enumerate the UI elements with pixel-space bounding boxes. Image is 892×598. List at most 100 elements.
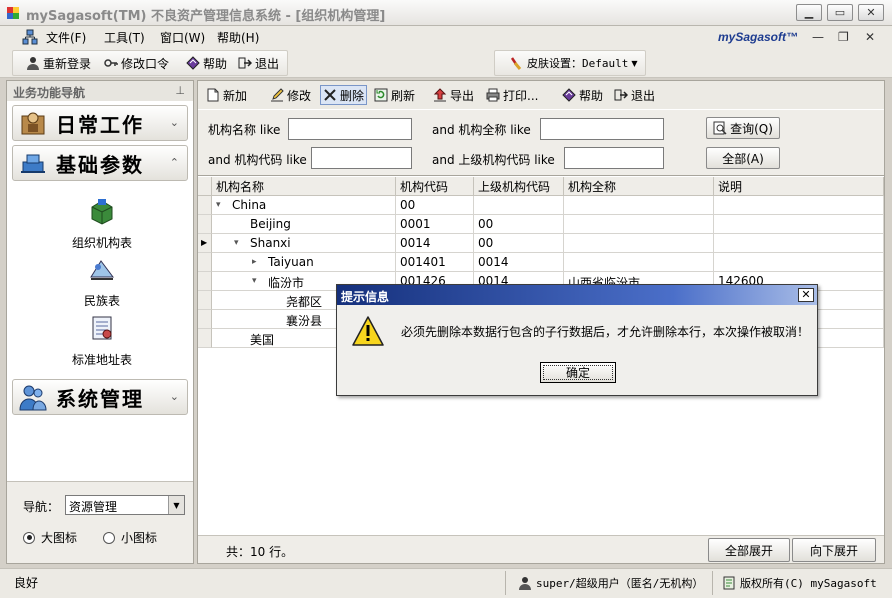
nav-select[interactable]: 资源管理 ▼ — [65, 495, 185, 515]
row-selector[interactable] — [198, 196, 212, 215]
nav-item-address-label: 标准地址表 — [71, 353, 132, 367]
cell-note[interactable] — [714, 196, 884, 215]
org-code-input[interactable] — [311, 147, 412, 169]
skin-dropdown[interactable]: 皮肤设置：Default ▼ — [510, 53, 638, 73]
row-selector[interactable] — [198, 215, 212, 234]
exit-button[interactable]: 退出 — [614, 85, 655, 105]
menu-file[interactable]: 文件(F) — [46, 29, 86, 46]
radio-large-icons[interactable]: 大图标 — [23, 529, 77, 546]
cell-parent[interactable]: 0014 — [474, 253, 564, 272]
cell-fullname[interactable] — [564, 253, 714, 272]
help-button[interactable]: 帮助 — [562, 85, 603, 105]
col-header-name[interactable]: 机构名称 — [212, 177, 396, 196]
exit-button[interactable]: 退出 — [238, 53, 279, 73]
nav-category-system[interactable]: 系统管理 ⌄ — [12, 379, 188, 415]
row-selector[interactable]: ▶ — [198, 234, 212, 253]
all-label: 全部(A) — [722, 151, 764, 166]
help-label: 帮助 — [579, 88, 604, 103]
parent-code-input[interactable] — [564, 147, 664, 169]
grid-footer: 共：10 行。 全部展开 向下展开 — [198, 535, 884, 563]
nav-category-basic[interactable]: 基础参数 ⌃ — [12, 145, 188, 181]
nav-item-organization[interactable]: 组织机构表 — [47, 197, 157, 251]
mdi-close-icon[interactable]: ✕ — [865, 30, 875, 44]
tree-collapse-icon[interactable]: ▾ — [216, 200, 221, 210]
help-button[interactable]: 帮助 — [186, 53, 227, 73]
menu-window[interactable]: 窗口(W) — [160, 29, 205, 46]
row-selector[interactable] — [198, 272, 212, 291]
new-button[interactable]: 新加 — [206, 85, 247, 105]
cell-name-text: China — [232, 198, 267, 212]
cell-parent[interactable] — [474, 196, 564, 215]
nav-item-ethnic[interactable]: 民族表 — [47, 255, 157, 309]
cell-code[interactable]: 001401 — [396, 253, 474, 272]
cell-code[interactable]: 00 — [396, 196, 474, 215]
chevron-down-icon[interactable]: ▼ — [168, 496, 184, 514]
org-code-label: and 机构代码 like — [208, 153, 307, 167]
row-selector[interactable] — [198, 329, 212, 348]
status-copyright: 版权所有(C) mySagasoft — [722, 575, 877, 591]
cell-name[interactable]: ▾ Shanxi — [212, 234, 396, 253]
tree-collapse-icon[interactable]: ▾ — [252, 276, 257, 286]
dialog-close-icon[interactable]: ✕ — [798, 288, 814, 302]
query-button[interactable]: 查询(Q) — [706, 117, 780, 139]
expand-all-button[interactable]: 全部展开 — [708, 538, 790, 562]
mdi-minimize-icon[interactable]: — — [812, 30, 824, 44]
status-divider — [505, 571, 506, 595]
all-button[interactable]: 全部(A) — [706, 147, 780, 169]
menu-tools[interactable]: 工具(T) — [104, 29, 145, 46]
cell-fullname[interactable] — [564, 196, 714, 215]
export-button[interactable]: 导出 — [433, 85, 474, 105]
print-button[interactable]: 打印... — [486, 85, 538, 105]
radio-checked-icon — [23, 531, 35, 544]
cell-note[interactable] — [714, 253, 884, 272]
minimize-button[interactable]: ▁ — [796, 4, 822, 21]
refresh-button[interactable]: 刷新 — [374, 85, 415, 105]
cell-name[interactable]: Beijing — [212, 215, 396, 234]
tree-expand-icon[interactable]: ▸ — [252, 257, 257, 267]
change-password-button[interactable]: 修改口令 — [104, 53, 169, 73]
dialog-ok-button[interactable]: 确定 — [540, 362, 616, 383]
status-bar: 良好 super/超级用户（匿名/无机构） 版权所有(C) mySagasoft — [0, 568, 892, 598]
ethnic-table-icon — [90, 260, 114, 280]
cell-code[interactable]: 0001 — [396, 215, 474, 234]
col-header-fullname[interactable]: 机构全称 — [564, 177, 714, 196]
delete-button[interactable]: 删除 — [320, 85, 368, 105]
window-title: mySagasoft(TM) 不良资产管理信息系统 - [组织机构管理] — [26, 9, 386, 24]
row-selector[interactable] — [198, 310, 212, 329]
org-name-input[interactable] — [288, 118, 412, 140]
row-selector[interactable] — [198, 253, 212, 272]
org-name-label: 机构名称 like — [208, 123, 281, 137]
cell-parent[interactable]: 00 — [474, 234, 564, 253]
cell-fullname[interactable] — [564, 215, 714, 234]
menu-help[interactable]: 帮助(H) — [217, 29, 259, 46]
col-header-parent[interactable]: 上级机构代码 — [474, 177, 564, 196]
refresh-icon — [374, 88, 388, 102]
expand-down-button[interactable]: 向下展开 — [792, 538, 876, 562]
radio-small-icons[interactable]: 小图标 — [103, 529, 157, 546]
radio-small-label: 小图标 — [121, 531, 158, 545]
cell-name[interactable]: ▾ China — [212, 196, 396, 215]
tree-collapse-icon[interactable]: ▾ — [234, 238, 239, 248]
relogin-button[interactable]: 重新登录 — [26, 53, 91, 73]
grid-corner — [198, 177, 212, 196]
row-selector[interactable] — [198, 291, 212, 310]
org-fullname-input[interactable] — [540, 118, 664, 140]
col-header-note[interactable]: 说明 — [714, 177, 884, 196]
nav-item-address[interactable]: 标准地址表 — [47, 314, 157, 368]
cell-note[interactable] — [714, 234, 884, 253]
nav-category-daily[interactable]: 日常工作 ⌄ — [12, 105, 188, 141]
cell-note[interactable] — [714, 215, 884, 234]
col-header-code[interactable]: 机构代码 — [396, 177, 474, 196]
daily-work-icon — [21, 112, 45, 135]
mdi-restore-icon[interactable]: ❐ — [838, 30, 849, 44]
cell-fullname[interactable] — [564, 234, 714, 253]
pin-icon[interactable]: ⊥ — [175, 84, 185, 97]
edit-label: 修改 — [287, 88, 312, 103]
cell-code[interactable]: 0014 — [396, 234, 474, 253]
maximize-button[interactable]: ▭ — [827, 4, 853, 21]
edit-button[interactable]: 修改 — [270, 85, 311, 105]
close-button[interactable]: ✕ — [858, 4, 884, 21]
cell-name[interactable]: ▸ Taiyuan — [212, 253, 396, 272]
cell-parent[interactable]: 00 — [474, 215, 564, 234]
edit-icon — [271, 88, 284, 102]
